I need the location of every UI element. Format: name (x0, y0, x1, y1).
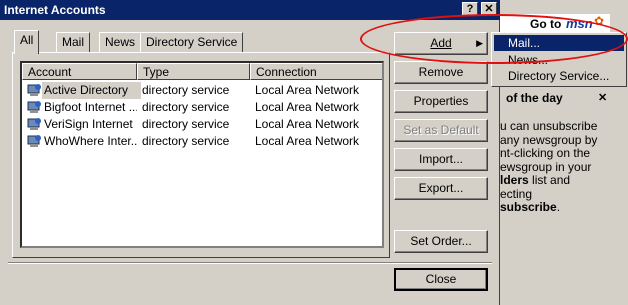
tip-text: u can unsubscribe any newsgroup by nt-cl… (500, 119, 628, 215)
account-connection: Local Area Network (255, 83, 360, 97)
tip-line: any newsgroup by (500, 132, 598, 147)
tab-label: News (105, 35, 136, 49)
tip-line: ecting (500, 186, 533, 201)
account-type: directory service (142, 117, 230, 131)
account-type: directory service (142, 134, 230, 148)
set-as-default-button[interactable]: Set as Default (394, 119, 488, 142)
tab-mail[interactable]: Mail (56, 32, 91, 52)
table-row[interactable]: Bigfoot Internet ... directory service L… (22, 99, 382, 116)
highlight-oval (360, 14, 628, 64)
directory-service-icon (27, 101, 41, 113)
tip-line: subscribe. (500, 200, 628, 215)
properties-button[interactable]: Properties (394, 90, 488, 113)
account-name: WhoWhere Inter... (44, 134, 137, 148)
column-header-connection[interactable]: Connection (250, 63, 382, 80)
table-row[interactable]: WhoWhere Inter... directory service Loca… (22, 133, 382, 150)
remove-button[interactable]: Remove (394, 61, 488, 84)
export-button[interactable]: Export... (394, 177, 488, 200)
tip-line: ewsgroup in your (500, 159, 592, 174)
column-header-type[interactable]: Type (137, 63, 250, 80)
directory-service-icon (27, 84, 41, 96)
tip-heading-bar: of the day ✕ (500, 88, 620, 108)
tip-close-icon[interactable]: ✕ (598, 91, 607, 104)
dialog-title: Internet Accounts (4, 3, 106, 17)
table-row[interactable]: VeriSign Internet ... directory service … (22, 116, 382, 133)
tip-line: lders list and (500, 173, 628, 188)
tab-label: Mail (62, 35, 85, 49)
account-type: directory service (142, 100, 230, 114)
menu-item-directory-service[interactable]: Directory Service... (494, 68, 624, 84)
tip-line: u can unsubscribe (500, 119, 598, 133)
tip-bold: subscribe (500, 200, 557, 214)
import-button[interactable]: Import... (394, 148, 488, 171)
account-connection: Local Area Network (255, 100, 360, 114)
tip-heading: of the day (506, 91, 563, 105)
account-name: Active Directory (42, 82, 141, 99)
tip-line: nt-clicking on the (500, 146, 591, 160)
account-name: Bigfoot Internet ... (44, 100, 137, 114)
tip-line-rest: list and (528, 173, 571, 187)
divider (8, 262, 492, 264)
tab-label: Directory Service (146, 35, 238, 49)
directory-service-icon (27, 118, 41, 130)
account-connection: Local Area Network (255, 134, 360, 148)
close-button[interactable]: Close (394, 268, 488, 291)
directory-service-icon (27, 135, 41, 147)
tab-all[interactable]: All (14, 30, 40, 54)
tab-directory-service[interactable]: Directory Service (140, 32, 244, 52)
tab-label: All (20, 33, 34, 47)
set-order-button[interactable]: Set Order... (394, 230, 488, 253)
table-row[interactable]: Active Directory directory service Local… (22, 82, 382, 99)
column-header-account[interactable]: Account (22, 63, 137, 80)
tip-line-rest: . (556, 200, 561, 214)
accounts-list[interactable]: Account Type Connection Active Directory… (20, 61, 384, 248)
account-name: VeriSign Internet ... (44, 117, 137, 131)
account-type: directory service (142, 83, 230, 97)
tab-news[interactable]: News (99, 32, 142, 52)
account-connection: Local Area Network (255, 117, 360, 131)
tip-bold: lders (500, 173, 529, 187)
